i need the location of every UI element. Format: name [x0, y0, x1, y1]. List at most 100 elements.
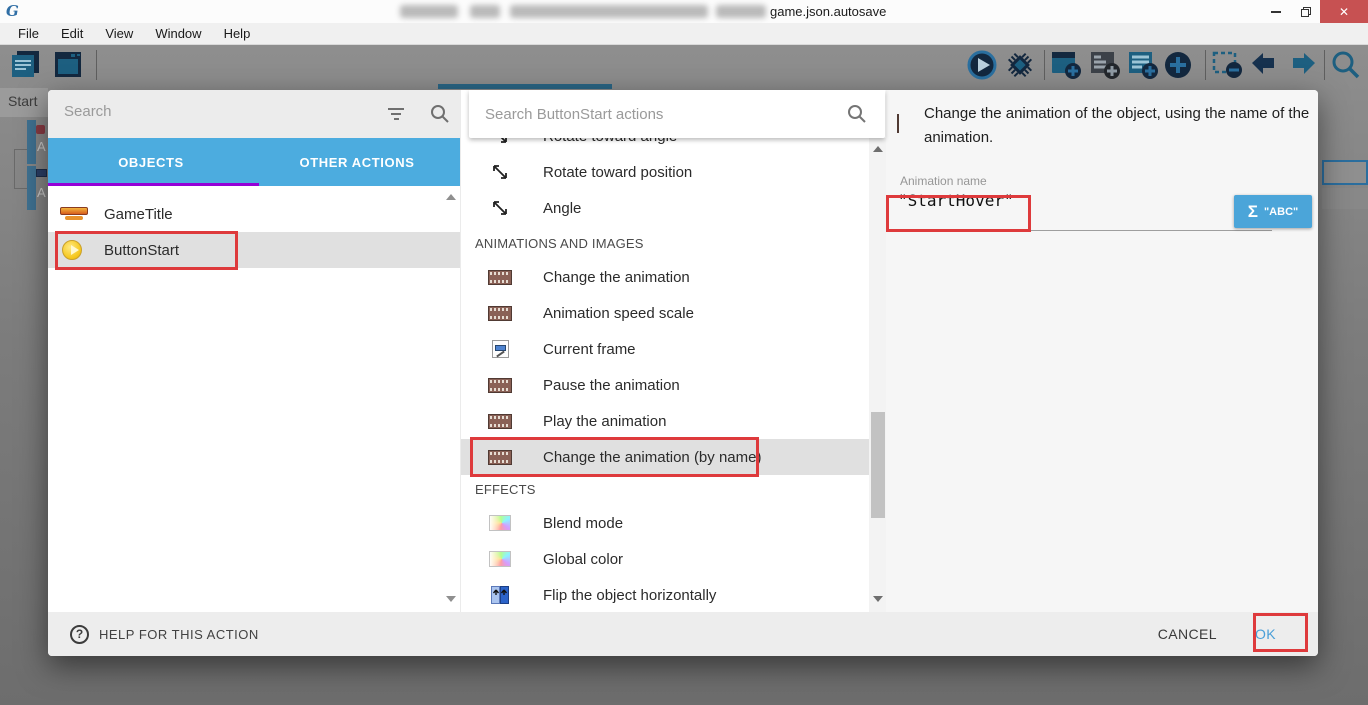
background-field-fragment — [1322, 160, 1368, 185]
annotation-box-ok — [1253, 613, 1308, 652]
redacted-title-segment — [510, 5, 708, 18]
project-manager-icon[interactable] — [10, 49, 42, 81]
event-letter: A — [37, 139, 46, 154]
action-label: Current frame — [543, 341, 636, 358]
action-row[interactable]: Play the animation — [461, 403, 887, 439]
event-tree-line — [14, 188, 27, 189]
action-label: Blend mode — [543, 515, 623, 532]
gdevelop-logo-icon: G — [6, 2, 24, 20]
rainbow-icon — [487, 515, 513, 531]
action-row[interactable]: Flip the object horizontally — [461, 577, 887, 613]
help-icon[interactable]: ? — [70, 625, 89, 644]
menu-view[interactable]: View — [95, 24, 143, 43]
frame-icon — [487, 340, 513, 358]
rainbow-icon — [487, 551, 513, 567]
event-icon — [36, 125, 45, 134]
window-title: game.json.autosave — [770, 4, 886, 19]
cancel-button[interactable]: CANCEL — [1158, 626, 1217, 642]
events-tab-label: Start — [8, 93, 38, 109]
parameters-panel: Change the animation of the object, usin… — [886, 90, 1318, 612]
action-row[interactable]: Change the animation — [461, 259, 887, 295]
actions-search-input[interactable] — [485, 106, 815, 123]
add-external-events-icon[interactable] — [1089, 49, 1121, 81]
action-row[interactable]: Current frame — [461, 331, 887, 367]
objects-search-input[interactable] — [64, 103, 364, 120]
action-row[interactable]: Angle — [461, 190, 887, 226]
expression-editor-button[interactable]: Σ "ABC" — [1234, 195, 1312, 228]
objects-search-icon[interactable] — [430, 104, 450, 124]
action-row[interactable]: Rotate toward position — [461, 154, 887, 190]
actions-search-bar — [469, 90, 885, 138]
film-strip-icon — [487, 306, 513, 321]
menu-edit[interactable]: Edit — [51, 24, 93, 43]
action-label: Change the animation — [543, 269, 690, 286]
play-icon[interactable] — [966, 49, 998, 81]
action-row[interactable]: Animation speed scale — [461, 295, 887, 331]
event-tree-line — [14, 149, 15, 189]
action-section-header: ANIMATIONS AND IMAGES — [475, 230, 875, 256]
action-row[interactable]: Blend mode — [461, 505, 887, 541]
action-row[interactable]: Global color — [461, 541, 887, 577]
menu-window[interactable]: Window — [145, 24, 211, 43]
add-scene-icon[interactable] — [1050, 49, 1082, 81]
remove-icon[interactable] — [1211, 49, 1243, 81]
add-external-layout-icon[interactable] — [1127, 49, 1159, 81]
menu-help[interactable]: Help — [214, 24, 261, 43]
flip-icon — [487, 586, 513, 604]
toolbar-separator — [96, 50, 97, 80]
list-item-gametitle[interactable]: GameTitle — [48, 196, 460, 232]
scrollbar-thumb[interactable] — [871, 412, 885, 518]
close-icon: ✕ — [1339, 5, 1349, 19]
annotation-box-action — [470, 437, 759, 477]
event-object-icon — [36, 169, 47, 177]
toolbar-separator — [1205, 50, 1206, 80]
filter-icon[interactable] — [386, 105, 406, 120]
redacted-title-segment — [400, 5, 458, 18]
restore-icon — [1300, 6, 1312, 18]
action-label: Angle — [543, 200, 581, 217]
menu-file[interactable]: File — [8, 24, 49, 43]
redacted-title-segment — [470, 5, 500, 18]
minimize-icon — [1271, 11, 1281, 13]
objects-search-bar — [48, 90, 460, 138]
scene-tab-indicator — [438, 84, 612, 89]
menu-bar: File Edit View Window Help — [0, 23, 1368, 45]
film-strip-icon — [897, 115, 899, 133]
action-label: Rotate toward position — [543, 164, 692, 181]
event-tree-line — [14, 149, 27, 150]
scrollbar-down-arrow[interactable] — [446, 596, 456, 602]
action-label: Pause the animation — [543, 377, 680, 394]
events-tab-strip: Start — [0, 88, 48, 117]
scene-window-icon[interactable] — [52, 49, 84, 81]
scrollbar-up-arrow[interactable] — [446, 194, 456, 200]
object-label: GameTitle — [104, 206, 173, 223]
restore-button[interactable] — [1292, 0, 1320, 23]
minimize-button[interactable] — [1262, 0, 1290, 23]
debug-icon[interactable] — [1004, 49, 1036, 81]
search-icon[interactable] — [1330, 49, 1362, 81]
toolbar-separator — [1044, 50, 1045, 80]
toolbar-separator — [1324, 50, 1325, 80]
actions-scrollbar[interactable] — [869, 138, 887, 612]
game-title-thumbnail — [60, 207, 88, 221]
action-row[interactable]: Pause the animation — [461, 367, 887, 403]
undo-icon[interactable] — [1249, 49, 1281, 81]
action-label: Animation speed scale — [543, 305, 694, 322]
scrollbar-up-arrow[interactable] — [873, 146, 883, 152]
event-condition-bar — [27, 166, 36, 210]
add-new-icon[interactable] — [1162, 49, 1194, 81]
actions-search-icon[interactable] — [847, 104, 867, 124]
help-link[interactable]: HELP FOR THIS ACTION — [99, 627, 259, 642]
rotate-arrow-icon — [487, 162, 513, 182]
scrollbar-down-arrow[interactable] — [873, 596, 883, 602]
annotation-box-buttonstart — [55, 231, 238, 270]
tab-other-actions[interactable]: OTHER ACTIONS — [254, 138, 460, 186]
film-strip-icon — [487, 378, 513, 393]
actions-panel: Rotate toward angle Rotate toward positi… — [460, 90, 886, 612]
sigma-icon: Σ — [1248, 202, 1258, 222]
redo-icon[interactable] — [1286, 49, 1318, 81]
rotate-arrow-icon — [487, 198, 513, 218]
close-button[interactable]: ✕ — [1320, 0, 1368, 23]
action-label: Play the animation — [543, 413, 666, 430]
tab-objects[interactable]: OBJECTS — [48, 138, 254, 186]
